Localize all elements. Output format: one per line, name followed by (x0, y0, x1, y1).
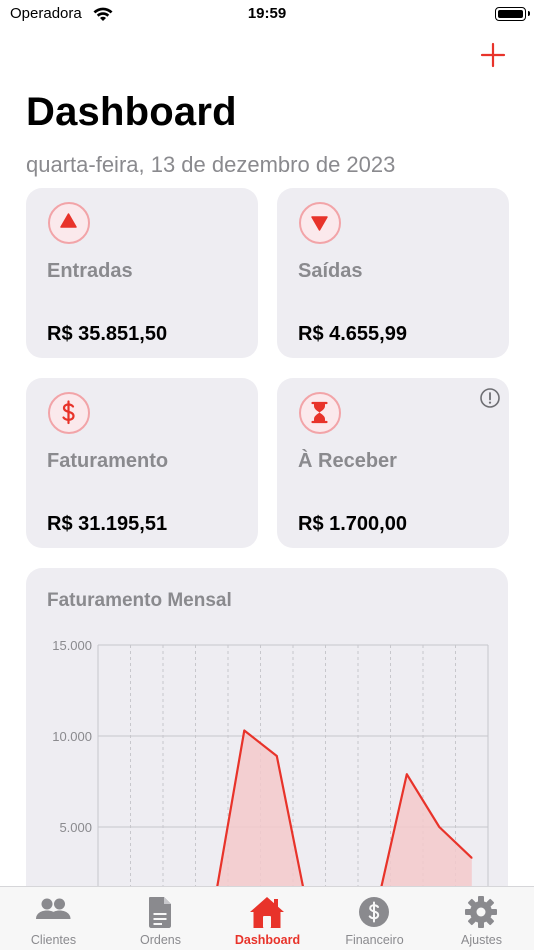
card-a-receber[interactable]: À Receber R$ 1.700,00 (277, 378, 509, 548)
tab-dashboard[interactable]: Dashboard (214, 887, 321, 950)
arrow-down-triangle-icon (311, 216, 328, 231)
card-value: R$ 35.851,50 (47, 323, 168, 345)
people-icon (36, 898, 71, 919)
chart-point (405, 773, 408, 776)
house-icon (250, 897, 284, 928)
chart-point (470, 857, 473, 859)
dollar-circle-icon (359, 897, 389, 927)
card-icon-circle (48, 202, 90, 244)
card-icon-circle (299, 202, 341, 244)
tab-label: Ordens (140, 933, 181, 947)
y-tick-label: 5.000 (59, 820, 92, 835)
dollar-icon (62, 400, 75, 425)
card-value: R$ 1.700,00 (298, 513, 407, 535)
chart-point (275, 755, 278, 757)
y-tick-label: 10.000 (52, 729, 92, 744)
plus-icon (480, 42, 506, 68)
tab-financeiro[interactable]: Financeiro (321, 887, 428, 950)
status-bar: Operadora 19:59 (0, 0, 534, 30)
card-value: R$ 31.195,51 (47, 513, 168, 535)
card-icon-circle (299, 392, 341, 434)
card-entradas[interactable]: Entradas R$ 35.851,50 (26, 188, 258, 358)
card-faturamento[interactable]: Faturamento R$ 31.195,51 (26, 378, 258, 548)
y-tick-label: 15.000 (52, 638, 92, 653)
app-screen: Operadora 19:59 Dashboard quarta-feira, … (0, 0, 534, 950)
card-label: À Receber (298, 450, 397, 472)
tab-clientes[interactable]: Clientes (0, 887, 107, 950)
tab-label: Financeiro (345, 933, 404, 947)
clock: 19:59 (247, 5, 287, 22)
page-title: Dashboard (26, 90, 237, 134)
tab-ordens[interactable]: Ordens (107, 887, 214, 950)
battery-icon (495, 7, 530, 21)
tab-label: Clientes (30, 933, 77, 947)
chart-point (438, 826, 441, 828)
info-icon[interactable] (479, 387, 501, 409)
card-saidas[interactable]: Saídas R$ 4.655,99 (277, 188, 509, 358)
card-label: Entradas (47, 260, 133, 282)
chart-point (243, 729, 246, 732)
gear-icon (465, 896, 497, 928)
card-icon-circle (48, 392, 90, 434)
hourglass-icon (311, 401, 328, 424)
card-label: Faturamento (47, 450, 169, 472)
add-button[interactable] (478, 40, 508, 70)
tab-ajustes[interactable]: Ajustes (428, 887, 534, 950)
tab-label: Dashboard (234, 933, 301, 947)
document-icon (149, 897, 171, 928)
arrow-up-triangle-icon (60, 213, 77, 228)
card-value: R$ 4.655,99 (298, 323, 407, 345)
card-label: Saídas (298, 260, 363, 282)
tab-bar: Clientes Ordens Dashboard Financeiro Aju… (0, 886, 534, 950)
date-subtitle: quarta-feira, 13 de dezembro de 2023 (26, 152, 396, 177)
tab-label: Ajustes (461, 933, 502, 947)
